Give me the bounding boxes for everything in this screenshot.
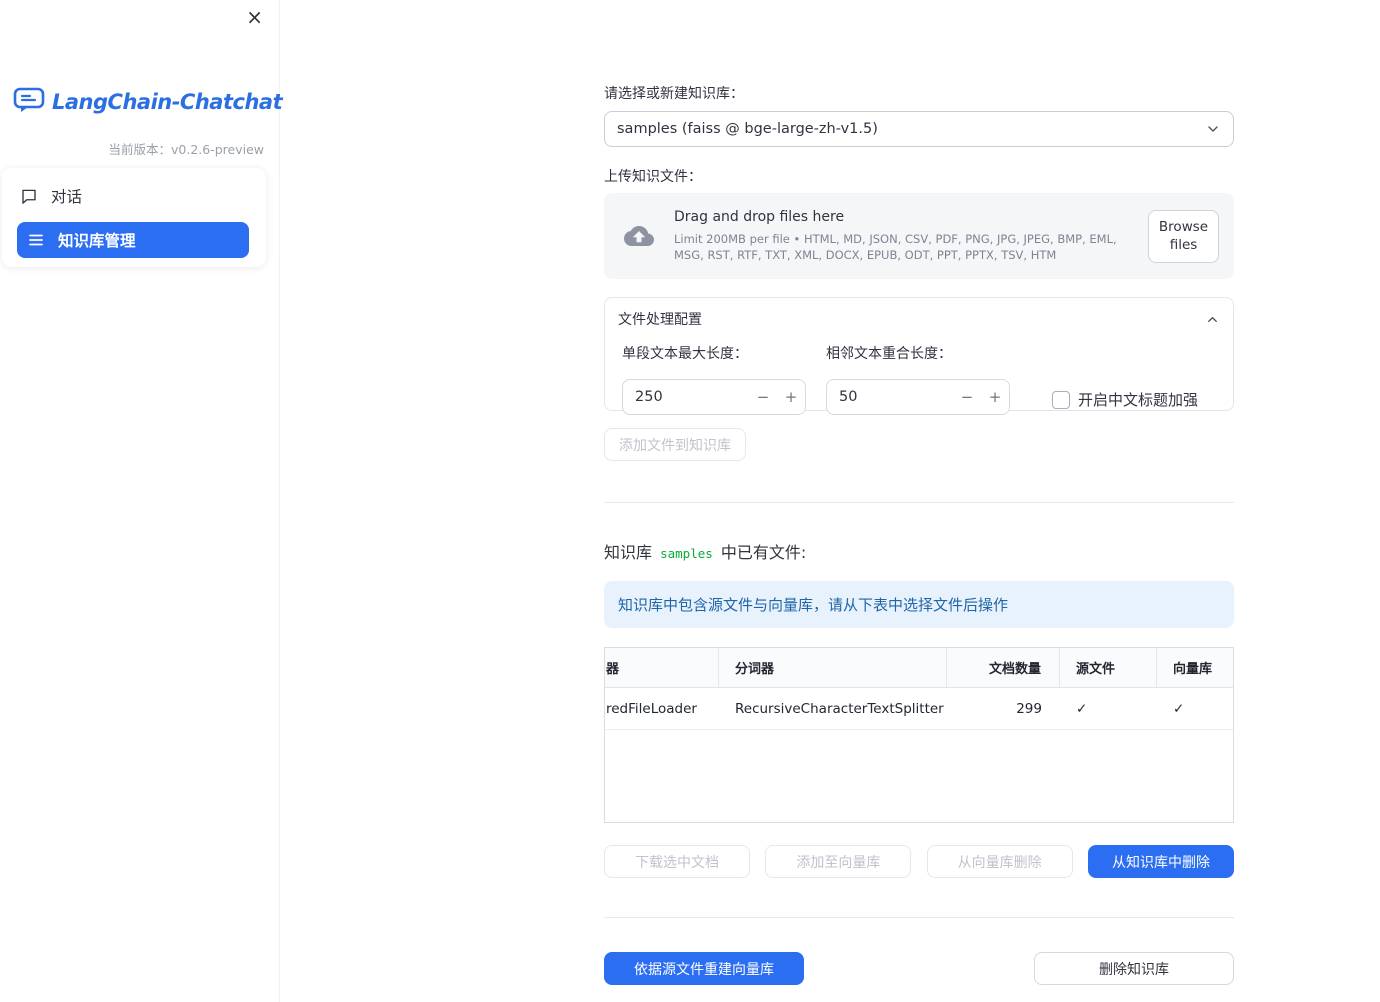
download-selected-button[interactable]: 下载选中文档 bbox=[604, 845, 750, 878]
column-header-splitter[interactable]: 分词器 bbox=[719, 648, 947, 687]
info-text: 知识库中包含源文件与向量库，请从下表中选择文件后操作 bbox=[618, 596, 1009, 614]
kb-select[interactable]: samples (faiss @ bge-large-zh-v1.5) bbox=[604, 111, 1234, 147]
sidebar-item-chat[interactable]: 对话 bbox=[10, 177, 258, 214]
checkbox-box[interactable] bbox=[1052, 390, 1070, 409]
expander-body: 单段文本最大长度： 250 − + 相邻文本重合长度： 50 − + 开启中文标… bbox=[605, 329, 1233, 415]
overlap-size-input[interactable]: 50 − + bbox=[826, 379, 1010, 415]
uploader-texts: Drag and drop files here Limit 200MB per… bbox=[674, 209, 1148, 263]
overlap-size-group: 相邻文本重合长度： 50 − + bbox=[826, 343, 1010, 415]
column-header-source-file[interactable]: 源文件 bbox=[1060, 648, 1157, 687]
kb-name-code: samples bbox=[660, 546, 713, 561]
expander-header[interactable]: 文件处理配置 bbox=[605, 298, 1233, 329]
kb-select-value: samples (faiss @ bge-large-zh-v1.5) bbox=[617, 121, 878, 137]
zh-title-enhance-checkbox[interactable]: 开启中文标题加强 bbox=[1052, 389, 1198, 410]
sidebar-item-label: 对话 bbox=[51, 187, 83, 206]
sidebar-menu: 对话 知识库管理 bbox=[2, 168, 266, 267]
app-root: × LangChain-Chatchat 当前版本：v0.2.6-preview bbox=[0, 0, 1380, 1002]
overlap-decrement-button[interactable]: − bbox=[953, 380, 981, 414]
chunk-size-increment-button[interactable]: + bbox=[777, 380, 805, 414]
expander-title: 文件处理配置 bbox=[618, 312, 702, 328]
chunk-size-value: 250 bbox=[635, 389, 663, 405]
app-logo: LangChain-Chatchat bbox=[13, 86, 283, 118]
chunk-size-label: 单段文本最大长度： bbox=[622, 346, 748, 362]
delete-kb-button[interactable]: 删除知识库 bbox=[1034, 952, 1234, 985]
add-to-vector-store-button[interactable]: 添加至向量库 bbox=[765, 845, 912, 878]
version-text: 当前版本：v0.2.6-preview bbox=[108, 139, 264, 158]
column-header-loader[interactable]: 器 bbox=[605, 648, 719, 687]
existing-suffix: 中已有文件: bbox=[720, 543, 807, 562]
overlap-increment-button[interactable]: + bbox=[981, 380, 1009, 414]
chunk-size-group: 单段文本最大长度： 250 − + bbox=[622, 343, 806, 415]
divider bbox=[604, 502, 1234, 503]
cell-doc-count: 299 bbox=[1016, 700, 1042, 717]
main-content: 请选择或新建知识库： samples (faiss @ bge-large-zh… bbox=[604, 0, 1234, 985]
delete-from-vector-store-button[interactable]: 从向量库删除 bbox=[926, 845, 1073, 878]
cell-source-file-check: ✓ bbox=[1076, 700, 1088, 717]
info-banner: 知识库中包含源文件与向量库，请从下表中选择文件后操作 bbox=[604, 581, 1234, 628]
version-label: 当前版本： bbox=[108, 142, 171, 157]
overlap-size-label: 相邻文本重合长度： bbox=[826, 346, 952, 362]
cell-vector-store-check: ✓ bbox=[1173, 700, 1185, 717]
rebuild-vector-store-button[interactable]: 依据源文件重建向量库 bbox=[604, 952, 804, 985]
logo-chat-bubble-icon bbox=[13, 86, 45, 118]
cell-splitter: RecursiveCharacterTextSplitter bbox=[735, 700, 944, 717]
column-header-doc-count[interactable]: 文档数量 bbox=[947, 648, 1060, 687]
checkbox-label: 开启中文标题加强 bbox=[1078, 391, 1199, 409]
existing-prefix: 知识库 bbox=[604, 543, 653, 562]
delete-from-kb-button[interactable]: 从知识库中删除 bbox=[1087, 845, 1234, 878]
cloud-upload-icon bbox=[620, 221, 658, 251]
add-files-to-kb-button[interactable]: 添加文件到知识库 bbox=[604, 428, 746, 461]
file-uploader-dropzone[interactable]: Drag and drop files here Limit 200MB per… bbox=[604, 193, 1234, 279]
files-table: 器 分词器 文档数量 源文件 向量库 redFileLoader Recursi… bbox=[604, 647, 1234, 823]
sidebar: × LangChain-Chatchat 当前版本：v0.2.6-preview bbox=[0, 0, 283, 1002]
table-row[interactable]: redFileLoader RecursiveCharacterTextSpli… bbox=[605, 688, 1233, 730]
divider bbox=[604, 917, 1234, 918]
existing-files-heading: 知识库 samples 中已有文件: bbox=[604, 539, 1234, 563]
sidebar-item-kb-management[interactable]: 知识库管理 bbox=[17, 222, 249, 258]
table-empty-area bbox=[605, 730, 1233, 822]
chevron-down-icon bbox=[1205, 121, 1221, 137]
logo-text: LangChain-Chatchat bbox=[52, 90, 283, 114]
sidebar-item-label: 知识库管理 bbox=[58, 232, 136, 250]
list-icon bbox=[27, 231, 45, 249]
kb-select-label: 请选择或新建知识库： bbox=[604, 86, 744, 102]
version-value: v0.2.6-preview bbox=[171, 142, 264, 157]
sidebar-close-button[interactable]: × bbox=[246, 6, 263, 28]
uploader-title: Drag and drop files here bbox=[674, 209, 845, 225]
column-header-vector-store[interactable]: 向量库 bbox=[1157, 648, 1233, 687]
chunk-size-decrement-button[interactable]: − bbox=[749, 380, 777, 414]
chunk-size-input[interactable]: 250 − + bbox=[622, 379, 806, 415]
chevron-up-icon bbox=[1205, 312, 1220, 327]
uploader-limit-text: Limit 200MB per file • HTML, MD, JSON, C… bbox=[674, 232, 1117, 262]
file-config-expander: 文件处理配置 单段文本最大长度： 250 − + 相邻文本重合长度： 50 − … bbox=[604, 297, 1234, 415]
kb-action-buttons: 依据源文件重建向量库 删除知识库 bbox=[604, 952, 1234, 985]
browse-files-button[interactable]: Browse files bbox=[1148, 209, 1219, 263]
table-header-row: 器 分词器 文档数量 源文件 向量库 bbox=[605, 648, 1233, 688]
cell-loader: redFileLoader bbox=[606, 700, 697, 717]
file-action-buttons: 下载选中文档 添加至向量库 从向量库删除 从知识库中删除 bbox=[604, 845, 1234, 878]
chat-bubble-icon bbox=[20, 187, 38, 205]
overlap-size-value: 50 bbox=[839, 389, 858, 405]
upload-label: 上传知识文件： bbox=[604, 169, 702, 185]
